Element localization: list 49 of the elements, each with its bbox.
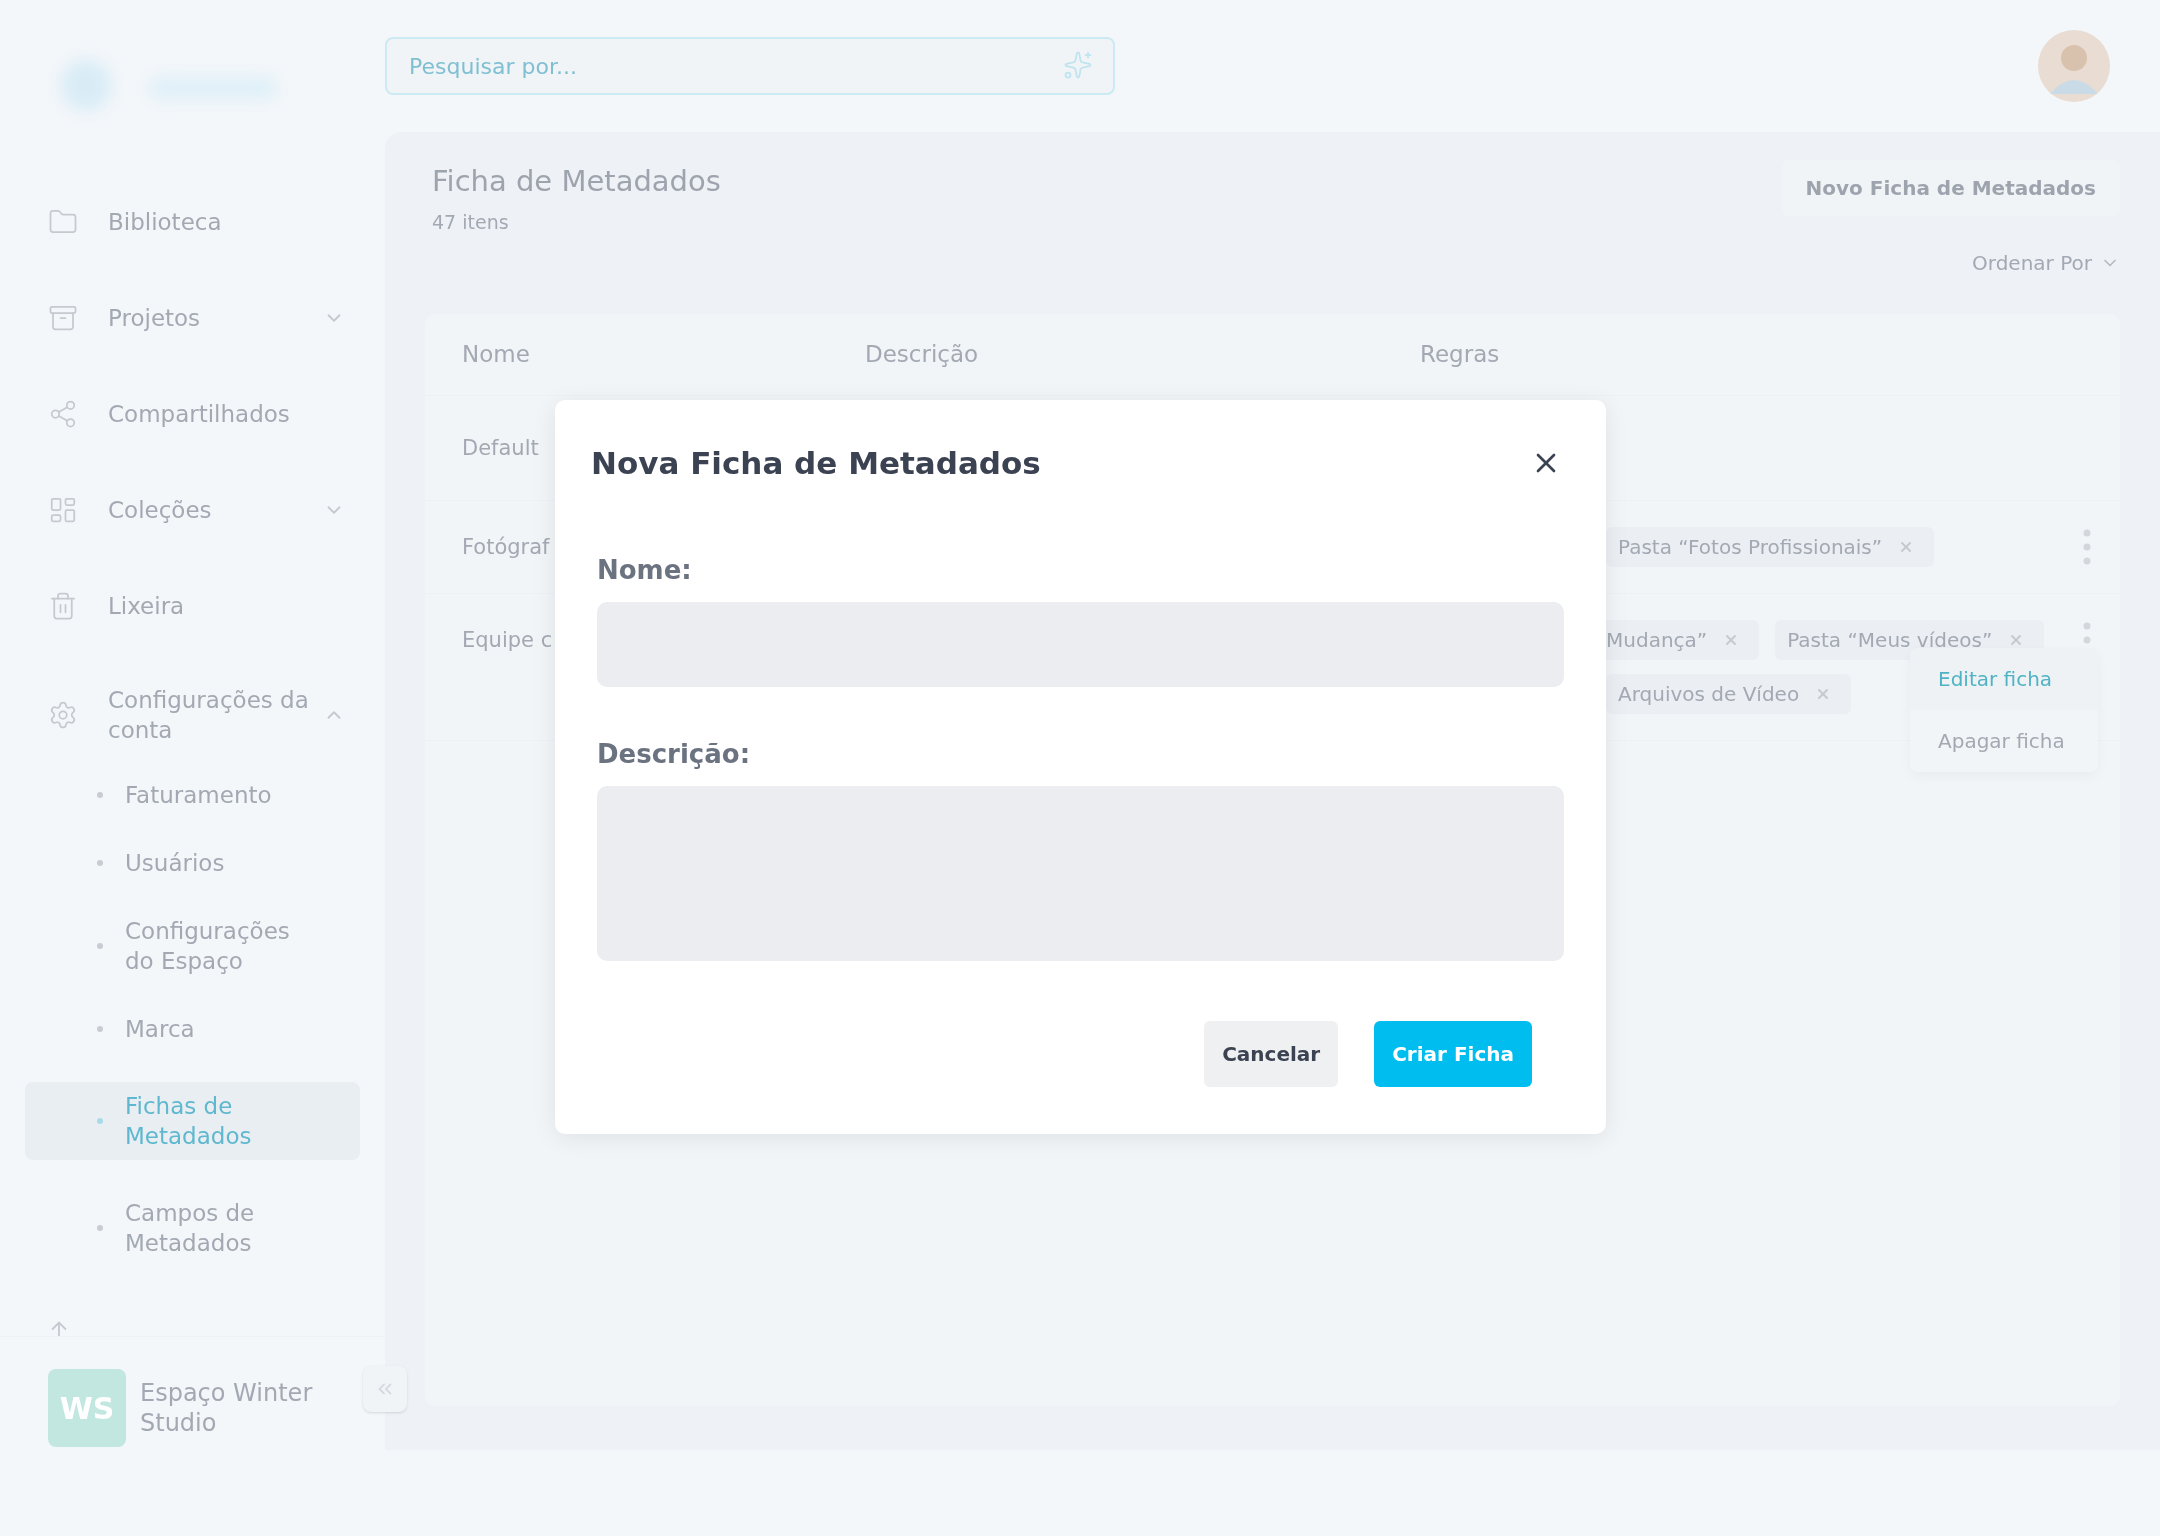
nav-subitem[interactable]: Configurações do Espaço [25, 916, 360, 976]
avatar[interactable] [2038, 30, 2110, 102]
table-cell: Default [462, 436, 539, 460]
gear-icon [48, 700, 78, 730]
table-cell: Equipe c [462, 628, 553, 652]
nav-subitem[interactable]: Usuários [25, 848, 360, 878]
nav-subitem[interactable]: Fichas de Metadados [25, 1082, 360, 1160]
bullet-icon [97, 1225, 103, 1231]
workspace-name: Espaço Winter Studio [140, 1378, 314, 1438]
nav-subitem[interactable]: Marca [25, 1014, 360, 1044]
nav-item[interactable]: Coleções [0, 462, 385, 558]
bullet-icon [97, 1026, 103, 1032]
search-field[interactable]: Pesquisar por... [385, 37, 1115, 95]
sparkle-icon[interactable] [1063, 50, 1093, 80]
nav-item[interactable]: Lixeira [0, 558, 385, 654]
bullet-icon [97, 792, 103, 798]
nav-item[interactable]: Biblioteca [0, 174, 385, 270]
item-count: 47 itens [432, 209, 510, 235]
column-header: Nome [462, 341, 530, 368]
cancel-button[interactable]: Cancelar [1204, 1020, 1339, 1087]
nav-item[interactable]: Compartilhados [0, 366, 385, 462]
bullet-icon [97, 1118, 103, 1124]
rule-tag: Mudança” [1606, 620, 1760, 660]
bullet-icon [97, 860, 103, 866]
table-cell: Fotógraf [462, 535, 550, 559]
share-icon [48, 399, 78, 429]
field-label: Descrição: [597, 737, 752, 771]
rule-tag: Arquivos de Vídeo [1606, 674, 1852, 714]
column-header: Regras [1420, 341, 1500, 368]
sort-dropdown[interactable]: Ordenar Por [1972, 248, 2120, 278]
rule-tag: Pasta “Fotos Profissionais” [1606, 527, 1935, 567]
page-title: Ficha de Metadados [432, 163, 721, 200]
field-label: Nome: [597, 553, 693, 587]
dialog-title: Nova Ficha de Metadados [591, 444, 1041, 483]
menu-item[interactable]: Apagar ficha [1910, 710, 2098, 772]
collection-icon [48, 495, 78, 525]
nav-subitem[interactable]: Faturamento [25, 780, 360, 810]
workspace-avatar: WS [48, 1369, 126, 1447]
nav-subitem[interactable]: Campos de Metadados [25, 1198, 360, 1258]
nav-item[interactable]: Projetos [0, 270, 385, 366]
kebab-menu-icon[interactable] [2082, 529, 2092, 565]
create-button[interactable]: Criar Ficha [1374, 1020, 1532, 1087]
box-icon [48, 303, 78, 333]
column-header: Descrição [865, 341, 979, 368]
trash-icon [48, 591, 78, 621]
bullet-icon [97, 943, 103, 949]
collapse-button[interactable] [363, 1366, 407, 1412]
nav-item[interactable]: Configurações da conta [0, 654, 385, 776]
menu-item[interactable]: Editar ficha [1910, 648, 2098, 710]
